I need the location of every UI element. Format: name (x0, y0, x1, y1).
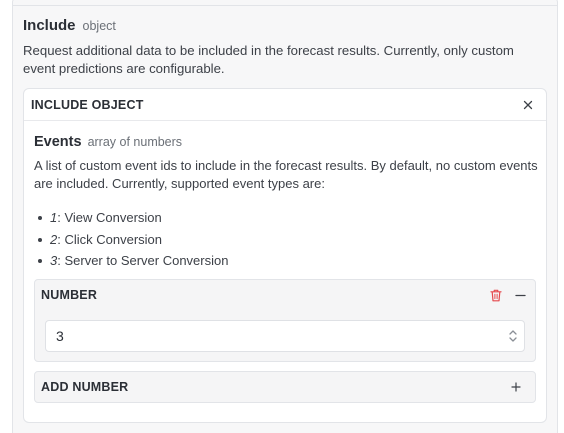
plus-icon[interactable] (509, 380, 523, 394)
divider (12, 5, 558, 6)
include-object-header: INCLUDE OBJECT (24, 89, 546, 121)
include-param-name: Include (23, 17, 76, 34)
event-type-list: 1: View Conversion 2: Click Conversion 3… (34, 207, 228, 272)
stepper-icon[interactable] (508, 328, 518, 344)
add-number-button[interactable]: ADD NUMBER (34, 371, 536, 403)
event-label: : View Conversion (57, 210, 162, 225)
number-input[interactable]: 3 (45, 320, 525, 352)
events-param-type: array of numbers (87, 135, 183, 149)
number-item-title: NUMBER (41, 288, 98, 302)
list-item: 2: Click Conversion (34, 229, 228, 251)
events-param-header: Events array of numbers (34, 134, 182, 150)
include-param-description: Request additional data to be included i… (23, 43, 514, 76)
event-label: : Server to Server Conversion (57, 253, 229, 268)
event-label: : Click Conversion (57, 231, 162, 247)
include-param-type: object (82, 19, 116, 33)
include-object-card: INCLUDE OBJECT Events array of numbers A… (23, 88, 547, 423)
number-item-actions (489, 288, 527, 302)
list-item: 3: Server to Server Conversion (34, 250, 228, 272)
minus-icon[interactable] (513, 288, 527, 302)
include-object-title: INCLUDE OBJECT (31, 97, 144, 112)
close-icon[interactable] (520, 97, 536, 113)
number-item-header: NUMBER (35, 280, 535, 310)
number-value[interactable]: 3 (56, 328, 64, 344)
number-item-card: NUMBER 3 (34, 279, 536, 362)
trash-icon[interactable] (489, 288, 503, 302)
list-item: 1: View Conversion (34, 207, 228, 229)
events-param-description: A list of custom event ids to include in… (34, 158, 538, 191)
events-param-name: Events (34, 134, 82, 150)
add-number-label: ADD NUMBER (41, 380, 129, 394)
include-param-header: Include object (23, 17, 116, 34)
